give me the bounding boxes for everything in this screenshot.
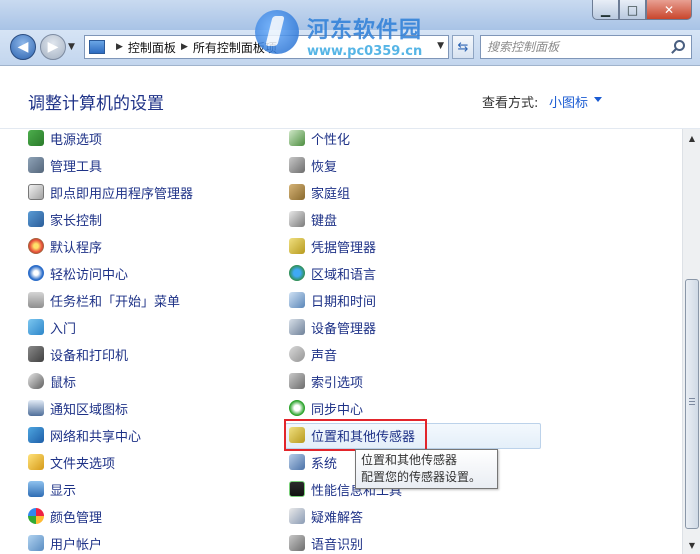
item-notification-icons[interactable]: 通知区域图标 bbox=[28, 397, 128, 419]
item-network-sharing[interactable]: 网络和共享中心 bbox=[28, 424, 141, 446]
item-system[interactable]: 系统 bbox=[289, 451, 337, 473]
item-click-to-run[interactable]: 即点即用应用程序管理器 bbox=[28, 181, 193, 203]
watermark: 河东软件园 www.pc0359.cn bbox=[255, 8, 455, 68]
item-mouse[interactable]: 鼠标 bbox=[28, 370, 76, 392]
item-personalization[interactable]: 个性化 bbox=[289, 129, 350, 149]
date-time-icon bbox=[289, 292, 305, 308]
forward-button[interactable]: ▶ bbox=[40, 34, 66, 60]
item-homegroup[interactable]: 家庭组 bbox=[289, 181, 350, 203]
indexing-icon bbox=[289, 373, 305, 389]
page-title: 调整计算机的设置 bbox=[28, 94, 164, 114]
taskbar-icon bbox=[28, 292, 44, 308]
content-header: 调整计算机的设置 查看方式: 小图标 bbox=[0, 67, 700, 129]
item-credential-manager[interactable]: 凭据管理器 bbox=[289, 235, 376, 257]
display-icon bbox=[28, 481, 44, 497]
control-panel-items: 电源选项 管理工具 即点即用应用程序管理器 家长控制 默认程序 轻松访问中心 任… bbox=[0, 129, 682, 554]
item-getting-started[interactable]: 入门 bbox=[28, 316, 76, 338]
power-icon bbox=[28, 130, 44, 146]
admin-tools-icon bbox=[28, 157, 44, 173]
item-color-management[interactable]: 颜色管理 bbox=[28, 505, 102, 527]
troubleshooting-icon bbox=[289, 508, 305, 524]
item-default-programs[interactable]: 默认程序 bbox=[28, 235, 102, 257]
item-keyboard[interactable]: 键盘 bbox=[289, 208, 337, 230]
tooltip-description: 配置您的传感器设置。 bbox=[361, 470, 482, 484]
item-sync-center[interactable]: 同步中心 bbox=[289, 397, 363, 419]
watermark-name: 河东软件园 bbox=[307, 17, 423, 43]
item-user-accounts[interactable]: 用户帐户 bbox=[28, 532, 102, 554]
refresh-icon: ⇆ bbox=[457, 39, 469, 55]
maximize-button[interactable]: □ bbox=[619, 0, 646, 20]
item-ease-of-access[interactable]: 轻松访问中心 bbox=[28, 262, 128, 284]
item-region-language[interactable]: 区域和语言 bbox=[289, 262, 376, 284]
item-devices-printers[interactable]: 设备和打印机 bbox=[28, 343, 128, 365]
printer-icon bbox=[28, 346, 44, 362]
click-to-run-icon bbox=[28, 184, 44, 200]
folder-options-icon bbox=[28, 454, 44, 470]
back-arrow-icon: ◀ bbox=[17, 39, 29, 55]
item-parental-control[interactable]: 家长控制 bbox=[28, 208, 102, 230]
item-sound[interactable]: 声音 bbox=[289, 343, 337, 365]
scroll-grip-icon bbox=[689, 398, 695, 406]
color-management-icon bbox=[28, 508, 44, 524]
breadcrumb-chevron-icon[interactable]: ▶ bbox=[116, 42, 123, 52]
watermark-logo-icon bbox=[255, 10, 299, 54]
device-manager-icon bbox=[289, 319, 305, 335]
sound-icon bbox=[289, 346, 305, 362]
user-accounts-icon bbox=[28, 535, 44, 551]
scroll-thumb[interactable] bbox=[685, 279, 699, 529]
tooltip-title: 位置和其他传感器 bbox=[361, 453, 458, 467]
forward-arrow-icon: ▶ bbox=[47, 39, 59, 55]
item-taskbar[interactable]: 任务栏和「开始」菜单 bbox=[28, 289, 180, 311]
mouse-icon bbox=[28, 373, 44, 389]
default-programs-icon bbox=[28, 238, 44, 254]
item-speech-recognition[interactable]: 语音识别 bbox=[289, 532, 363, 554]
item-power-options[interactable]: 电源选项 bbox=[28, 129, 102, 149]
credential-icon bbox=[289, 238, 305, 254]
region-language-icon bbox=[289, 265, 305, 281]
item-admin-tools[interactable]: 管理工具 bbox=[28, 154, 102, 176]
parental-control-icon bbox=[28, 211, 44, 227]
control-panel-icon bbox=[89, 40, 105, 54]
personalization-icon bbox=[289, 130, 305, 146]
recovery-icon bbox=[289, 157, 305, 173]
close-button[interactable]: ✕ bbox=[646, 0, 692, 20]
search-icon[interactable] bbox=[674, 40, 685, 51]
system-icon bbox=[289, 454, 305, 470]
item-indexing-options[interactable]: 索引选项 bbox=[289, 370, 363, 392]
breadcrumb-chevron-icon[interactable]: ▶ bbox=[181, 42, 188, 52]
search-input[interactable] bbox=[487, 37, 667, 57]
item-device-manager[interactable]: 设备管理器 bbox=[289, 316, 376, 338]
item-date-time[interactable]: 日期和时间 bbox=[289, 289, 376, 311]
scroll-up-icon[interactable]: ▲ bbox=[685, 131, 699, 145]
performance-icon bbox=[289, 481, 305, 497]
getting-started-icon bbox=[28, 319, 44, 335]
minimize-button[interactable]: ▁ bbox=[592, 0, 619, 20]
item-folder-options[interactable]: 文件夹选项 bbox=[28, 451, 115, 473]
view-by-label: 查看方式: bbox=[482, 96, 539, 111]
search-box[interactable] bbox=[480, 35, 692, 59]
annotation-highlight-box bbox=[284, 419, 427, 451]
view-by-caret-icon[interactable] bbox=[594, 97, 602, 102]
vertical-scrollbar[interactable]: ▲ ▼ bbox=[682, 129, 700, 554]
keyboard-icon bbox=[289, 211, 305, 227]
item-troubleshooting[interactable]: 疑难解答 bbox=[289, 505, 363, 527]
ease-of-access-icon bbox=[28, 265, 44, 281]
network-icon bbox=[28, 427, 44, 443]
sync-center-icon bbox=[289, 400, 305, 416]
scroll-down-icon[interactable]: ▼ bbox=[685, 538, 699, 552]
tooltip: 位置和其他传感器 配置您的传感器设置。 bbox=[355, 449, 498, 489]
refresh-button[interactable]: ⇆ bbox=[452, 35, 474, 59]
breadcrumb-control-panel[interactable]: 控制面板 bbox=[128, 39, 176, 56]
view-by-dropdown[interactable]: 小图标 bbox=[549, 92, 588, 111]
window-controls: ▁ □ ✕ bbox=[592, 0, 692, 20]
item-recovery[interactable]: 恢复 bbox=[289, 154, 337, 176]
speech-icon bbox=[289, 535, 305, 551]
notification-icon bbox=[28, 400, 44, 416]
homegroup-icon bbox=[289, 184, 305, 200]
watermark-url: www.pc0359.cn bbox=[307, 44, 423, 59]
recent-pages-dropdown[interactable]: ▼ bbox=[68, 42, 75, 52]
item-display[interactable]: 显示 bbox=[28, 478, 76, 500]
back-button[interactable]: ◀ bbox=[10, 34, 36, 60]
